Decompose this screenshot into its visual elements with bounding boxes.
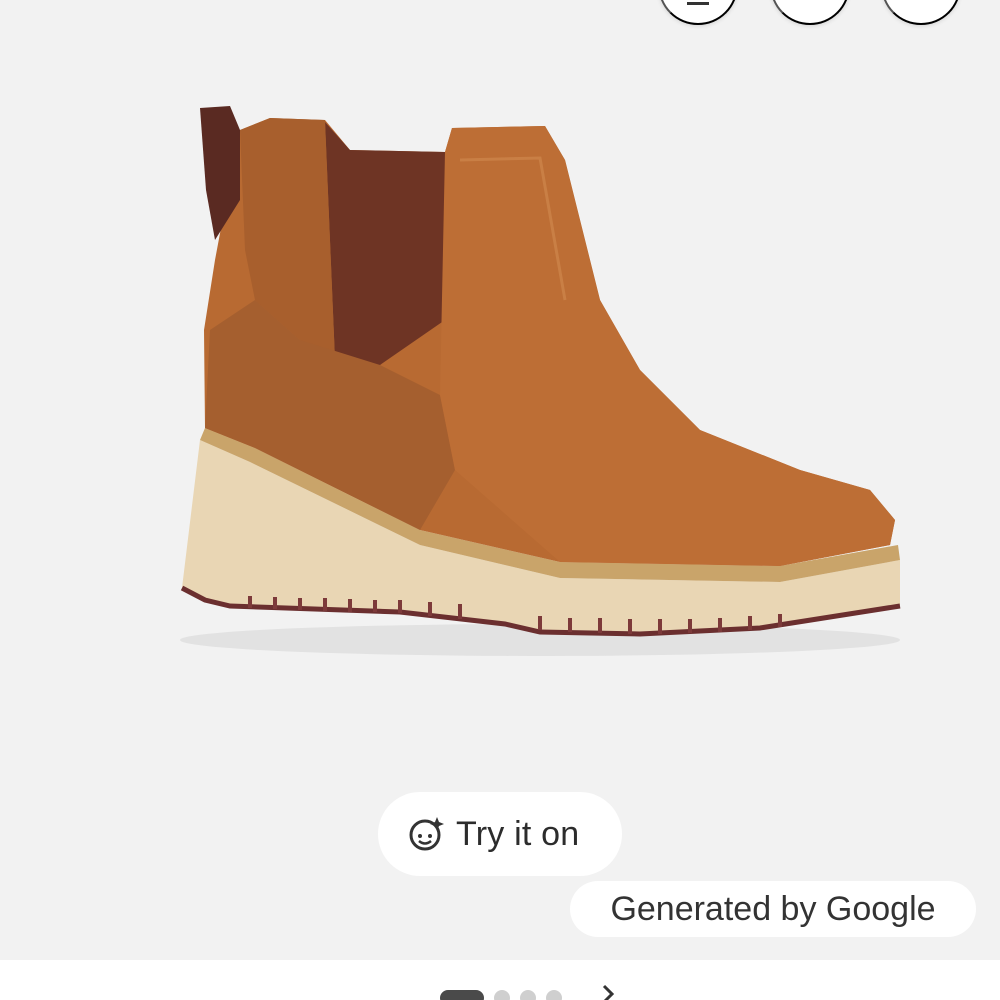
more-options-button[interactable] — [881, 0, 961, 25]
carousel-dot[interactable] — [494, 990, 510, 1000]
generated-by-label: Generated by Google — [610, 889, 936, 928]
chevron-right-icon[interactable] — [596, 982, 620, 1000]
share-button[interactable] — [770, 0, 850, 25]
try-it-on-label: Try it on — [456, 814, 580, 853]
carousel-dot[interactable] — [520, 990, 536, 1000]
product-image[interactable] — [170, 95, 910, 665]
carousel-indicator — [440, 990, 562, 1000]
generated-by-google-badge: Generated by Google — [570, 881, 976, 937]
image-viewer: Try it on Generated by Google — [0, 0, 1000, 960]
download-button[interactable] — [658, 0, 738, 25]
carousel-dot[interactable] — [546, 990, 562, 1000]
carousel-dot-active[interactable] — [440, 990, 484, 1000]
try-it-on-button[interactable]: Try it on — [378, 792, 622, 876]
face-sparkle-icon — [409, 817, 444, 851]
download-icon — [687, 0, 709, 5]
